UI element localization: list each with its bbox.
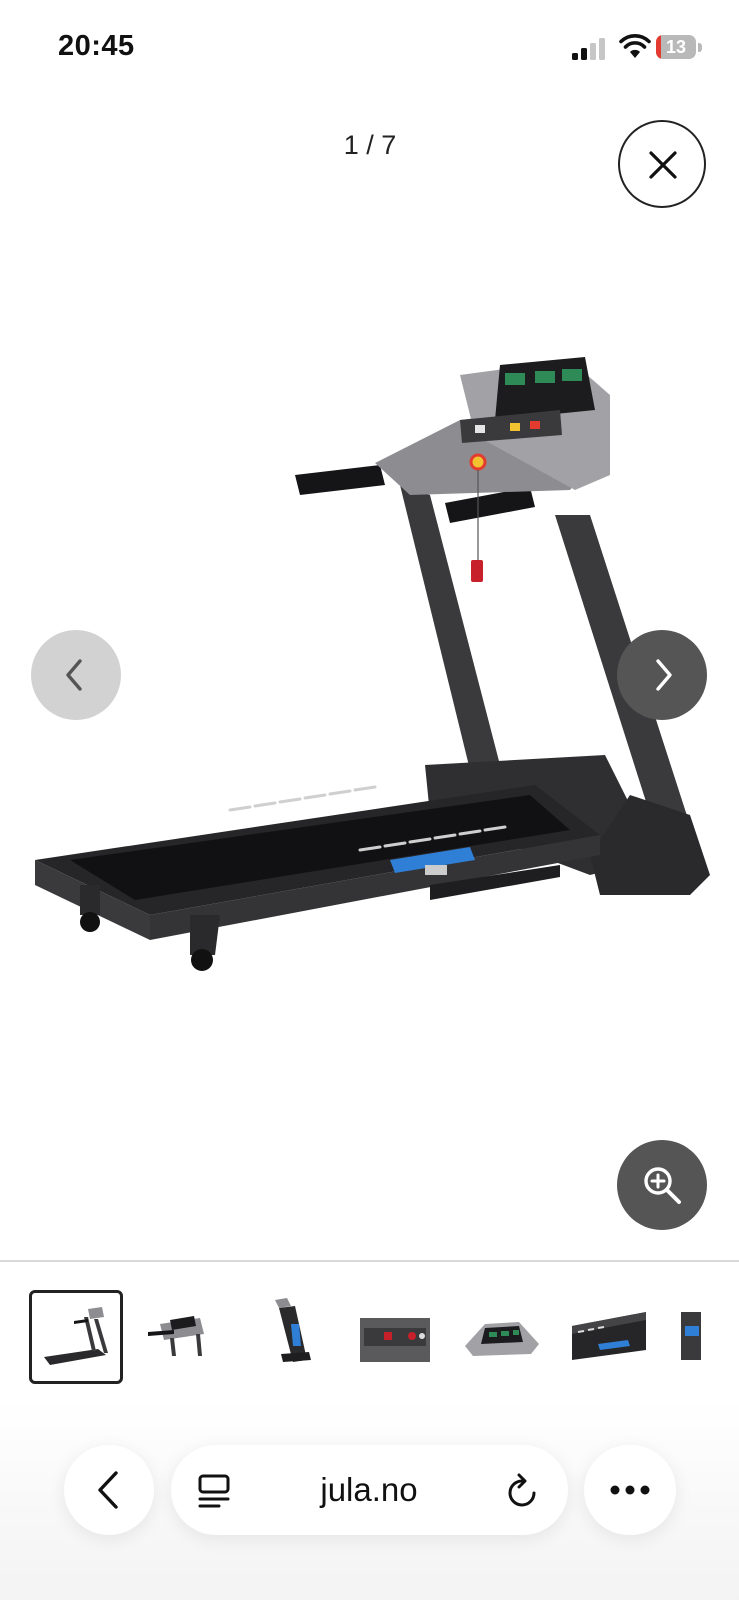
chevron-left-icon: [66, 659, 82, 691]
thumbnail-image: [275, 1298, 311, 1362]
thumbnail-2[interactable]: [136, 1290, 230, 1384]
thumbnail-image: [465, 1322, 539, 1356]
next-image-button[interactable]: [617, 630, 707, 720]
thumbnail-6[interactable]: [564, 1290, 658, 1384]
tabs-icon: [198, 1474, 230, 1508]
browser-back-button[interactable]: [64, 1445, 154, 1535]
thumbnail-image: [572, 1312, 646, 1360]
more-icon: [610, 1485, 650, 1495]
thumbnail-5[interactable]: [457, 1290, 551, 1384]
battery-icon: 13: [656, 35, 704, 59]
thumbnail-image: [148, 1316, 204, 1356]
thumbnail-7[interactable]: [671, 1290, 701, 1384]
thumbnail-image: [681, 1312, 701, 1360]
image-counter: 1 / 7: [343, 130, 397, 160]
zoom-button[interactable]: [617, 1140, 707, 1230]
chevron-right-icon: [656, 659, 672, 691]
product-image-treadmill: [35, 357, 710, 971]
status-time: 20:45: [58, 30, 135, 62]
url-text: jula.no: [320, 1471, 418, 1508]
zoom-in-icon: [644, 1167, 681, 1204]
thumbnail-4[interactable]: [350, 1290, 444, 1384]
status-bar: 20:45 13: [0, 0, 739, 95]
cellular-signal-icon: [572, 38, 605, 60]
back-icon: [98, 1471, 118, 1509]
close-icon: [649, 151, 677, 179]
browser-toolbar: jula.no: [0, 1400, 739, 1600]
reload-icon[interactable]: [505, 1472, 541, 1510]
wifi-icon: [619, 34, 651, 58]
close-button[interactable]: [618, 120, 706, 208]
gallery-divider: [0, 1260, 739, 1262]
battery-level: 13: [665, 37, 687, 57]
thumbnail-1[interactable]: [29, 1290, 123, 1384]
thumbnail-strip: [0, 1290, 739, 1390]
thumbnail-image: [44, 1307, 108, 1365]
previous-image-button[interactable]: [31, 630, 121, 720]
more-options-button[interactable]: [584, 1445, 676, 1535]
thumbnail-3[interactable]: [243, 1290, 337, 1384]
address-bar[interactable]: jula.no: [171, 1445, 568, 1535]
thumbnail-image: [360, 1318, 430, 1362]
